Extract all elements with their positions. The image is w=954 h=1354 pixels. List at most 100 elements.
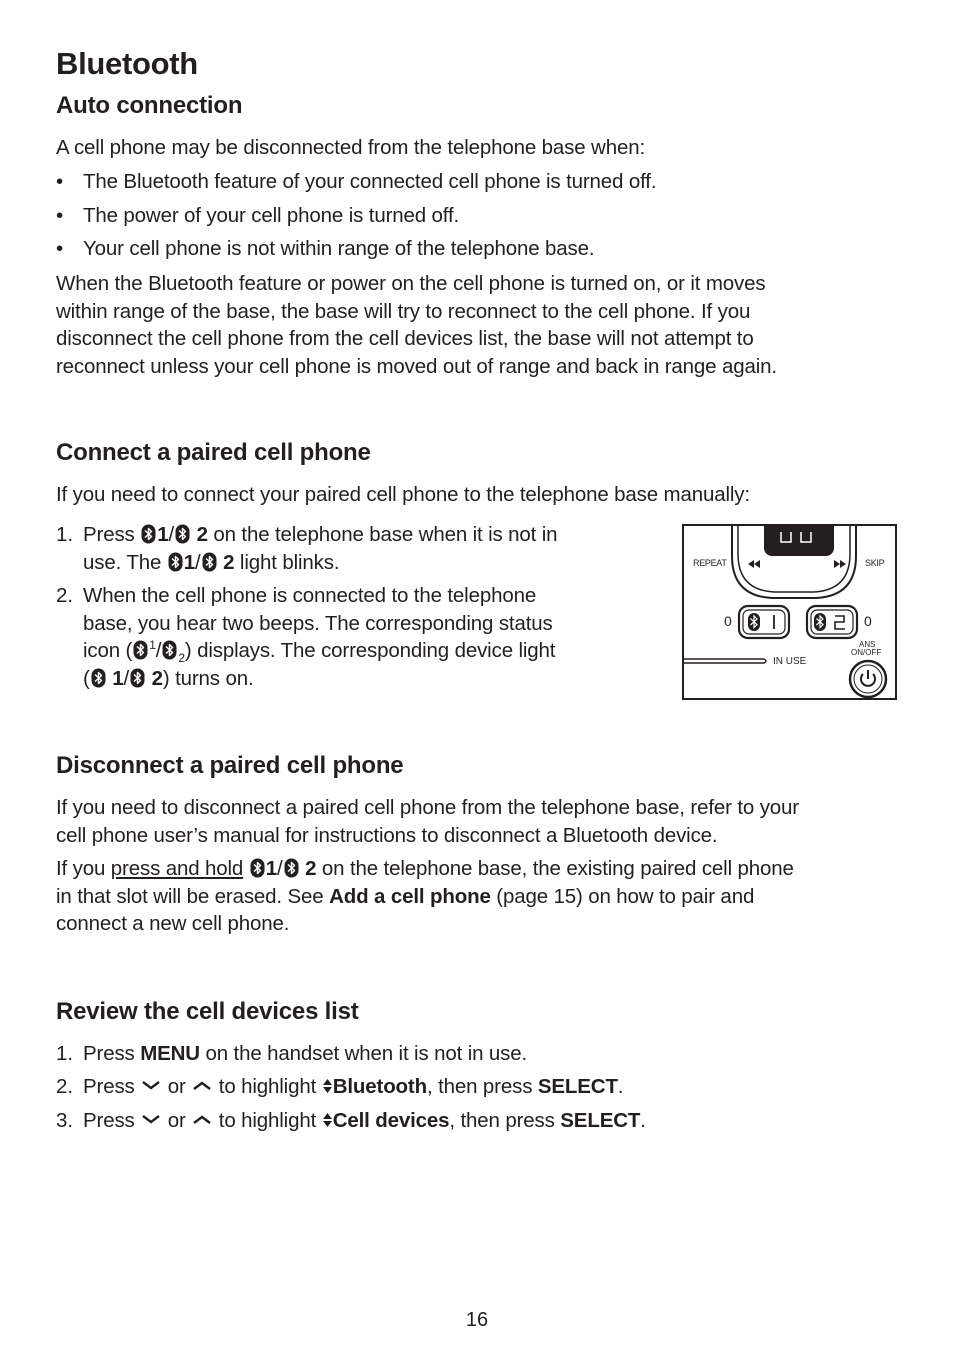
bluetooth-icon xyxy=(130,667,146,688)
section-heading-connect: Connect a paired cell phone xyxy=(56,439,371,466)
step-text: , then press xyxy=(449,1109,561,1132)
paragraph-line: cell phone user’s manual for instruction… xyxy=(56,823,718,847)
bullet-marker: • xyxy=(56,237,64,260)
connect-intro: If you need to connect your paired cell … xyxy=(56,483,750,506)
up-down-arrow-icon xyxy=(322,1112,333,1128)
key-label: 1 xyxy=(157,523,169,546)
step-number: 2. xyxy=(56,584,74,607)
bluetooth-icon xyxy=(249,858,265,878)
in-use-label: IN USE xyxy=(773,656,807,667)
rewind-icon xyxy=(748,560,760,568)
chevron-down-icon xyxy=(140,1112,162,1126)
step-number: 2. xyxy=(56,1075,74,1098)
paragraph-line: reconnect unless your cell phone is move… xyxy=(56,354,777,378)
step-text: use. The xyxy=(83,550,162,574)
step-text: . xyxy=(640,1109,646,1132)
step-text: Press xyxy=(83,1075,141,1098)
disconnect-paragraph-2: If you press and hold 1/ 2 on the teleph… xyxy=(56,855,906,938)
section-heading-auto-connection: Auto connection xyxy=(56,92,243,119)
select-key-label: SELECT xyxy=(537,1075,618,1098)
bluetooth-status-icon xyxy=(133,640,149,660)
on-off-label: ON/OFF xyxy=(851,648,882,657)
step-text: base, you hear two beeps. The correspond… xyxy=(83,611,553,635)
repeat-label: REPEAT xyxy=(693,558,727,568)
connect-step-2: When the cell phone is connected to the … xyxy=(83,582,653,692)
step-text: Press xyxy=(83,1042,141,1065)
bluetooth-icon xyxy=(283,858,299,878)
step-text: ) displays. The corresponding device lig… xyxy=(184,639,556,662)
bluetooth-icon xyxy=(167,551,183,572)
paragraph-line: If you need to disconnect a paired cell … xyxy=(56,796,799,819)
bluetooth-icon xyxy=(141,524,157,544)
step-text: Press xyxy=(83,523,135,546)
paragraph-text: If you xyxy=(56,857,111,880)
page-number: 16 xyxy=(465,1309,489,1331)
step-text: to highlight xyxy=(213,1075,322,1098)
bluetooth-icon xyxy=(90,667,106,688)
add-cell-phone-reference: Add a cell phone xyxy=(329,884,491,908)
auto-connection-intro: A cell phone may be disconnected from th… xyxy=(56,136,646,159)
step-number: 3. xyxy=(56,1109,74,1132)
step-text: to highlight xyxy=(213,1109,322,1132)
step-number: 1. xyxy=(56,1042,74,1065)
separator: / xyxy=(123,666,130,690)
step-text: icon ( xyxy=(83,639,133,662)
step-text: on the handset when it is not in use. xyxy=(199,1042,528,1065)
section-heading-disconnect: Disconnect a paired cell phone xyxy=(56,752,404,779)
fast-forward-icon xyxy=(834,560,846,568)
key-label: 2 xyxy=(151,666,163,690)
paragraph-text: in that slot will be erased. See xyxy=(56,884,330,908)
connect-step-1: Press 1/ 2 on the telephone base when it… xyxy=(83,521,643,576)
chevron-down-icon xyxy=(140,1078,162,1092)
bluetooth-status-icon xyxy=(162,640,178,660)
paragraph-text: (page 15) on how to pair and xyxy=(490,884,755,908)
separator: / xyxy=(155,639,162,662)
press-and-hold-link: press and hold xyxy=(110,857,244,880)
left-count: 0 xyxy=(724,613,732,629)
right-count: 0 xyxy=(864,613,872,629)
select-key-label: SELECT xyxy=(560,1109,641,1132)
step-text: Press xyxy=(83,1109,141,1132)
separator: / xyxy=(195,550,201,574)
bluetooth-icon xyxy=(201,551,217,572)
step-text: or xyxy=(162,1075,192,1098)
step-text: When the cell phone is connected to the … xyxy=(83,584,537,607)
display-screen xyxy=(764,526,834,556)
review-step-1: Press MENU on the handset when it is not… xyxy=(83,1040,527,1068)
key-label: 1 xyxy=(265,857,277,880)
step-text: . xyxy=(617,1075,624,1098)
skip-label: SKIP xyxy=(865,558,885,568)
chevron-up-icon xyxy=(191,1112,213,1126)
paragraph-line: disconnect the cell phone from the cell … xyxy=(56,327,754,350)
paragraph-text: connect a new cell phone. xyxy=(56,912,290,935)
bullet-item: The power of your cell phone is turned o… xyxy=(83,204,460,227)
bullet-item: Your cell phone is not within range of t… xyxy=(83,237,595,260)
paragraph-line: within range of the base, the base will … xyxy=(56,299,751,323)
key-label: 2 xyxy=(196,523,208,546)
step-text: or xyxy=(162,1109,192,1132)
step-text: on the telephone base when it is not in xyxy=(207,523,558,546)
step-text: ) turns on. xyxy=(162,666,254,690)
paragraph-line: When the Bluetooth feature or power on t… xyxy=(56,272,766,295)
key-label: 1 xyxy=(112,666,124,690)
separator: / xyxy=(168,523,175,546)
auto-connection-paragraph: When the Bluetooth feature or power on t… xyxy=(56,270,906,380)
up-down-arrow-icon xyxy=(322,1078,333,1094)
menu-option: Bluetooth xyxy=(332,1075,427,1098)
review-step-3: Press or to highlight Cell devices, then… xyxy=(83,1107,646,1135)
step-text: , then press xyxy=(426,1075,538,1098)
bullet-item: The Bluetooth feature of your connected … xyxy=(83,170,657,193)
key-label: 1 xyxy=(183,550,196,574)
section-heading-review: Review the cell devices list xyxy=(56,998,359,1025)
page-title: Bluetooth xyxy=(56,46,198,81)
paragraph-text: on the telephone base, the existing pair… xyxy=(316,857,794,880)
step-text: light blinks. xyxy=(234,550,340,574)
menu-option: Cell devices xyxy=(332,1109,450,1132)
key-label: 2 xyxy=(223,550,235,574)
review-step-2: Press or to highlight Bluetooth, then pr… xyxy=(83,1073,624,1101)
telephone-base-diagram: REPEAT SKIP 0 0 ANS ON/OFF IN USE xyxy=(682,524,897,700)
key-label: 2 xyxy=(305,857,317,880)
step-number: 1. xyxy=(56,523,74,546)
chevron-up-icon xyxy=(191,1078,213,1092)
separator: / xyxy=(277,857,283,880)
